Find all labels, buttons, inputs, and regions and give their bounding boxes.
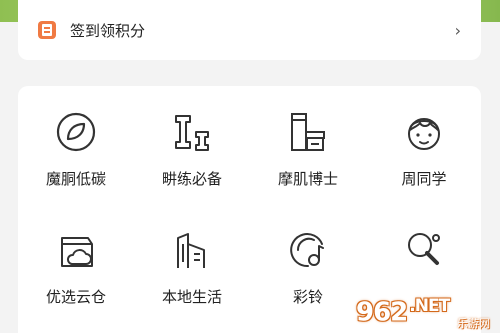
service-item-mogu[interactable]: 魔胴低碳 [18,86,134,196]
service-item-local-life[interactable]: 本地生活 [134,204,250,314]
skincare-bottle-icon [291,113,325,151]
service-label: 彩铃 [292,288,323,306]
service-item-ringtone[interactable]: 彩铃 [250,204,366,314]
service-label: 周同学 [401,170,447,188]
checkin-doc-icon [38,21,56,39]
checkin-card[interactable]: 签到领积分 › [18,0,481,60]
service-label: 魔胴低碳 [45,170,106,188]
service-item-cloud-warehouse[interactable]: 优选云仓 [18,204,134,314]
cloud-box-icon [61,237,93,267]
service-label: 优选云仓 [45,288,106,306]
watermark-subtitle: 乐游网 [457,317,490,330]
service-item-skincare[interactable]: 摩肌博士 [250,86,366,196]
leaf-circle-icon [56,112,96,152]
dumbbell-icon [175,115,209,151]
service-label: 摩肌博士 [277,170,338,188]
service-label: 畊练必备 [161,170,222,188]
music-note-icon [290,233,324,268]
site-watermark: 962 .NET 乐游网 [356,293,494,331]
chevron-right-icon: › [454,20,461,40]
watermark-logo: 962 .NET [356,296,450,328]
buildings-icon [177,233,205,268]
service-item-fitness[interactable]: 畊练必备 [134,86,250,196]
service-item-zhou[interactable]: 周同学 [366,86,482,196]
service-label: 本地生活 [161,288,222,306]
checkin-label: 签到领积分 [70,21,146,40]
ping-pong-icon [408,233,440,265]
student-face-icon [408,118,440,150]
